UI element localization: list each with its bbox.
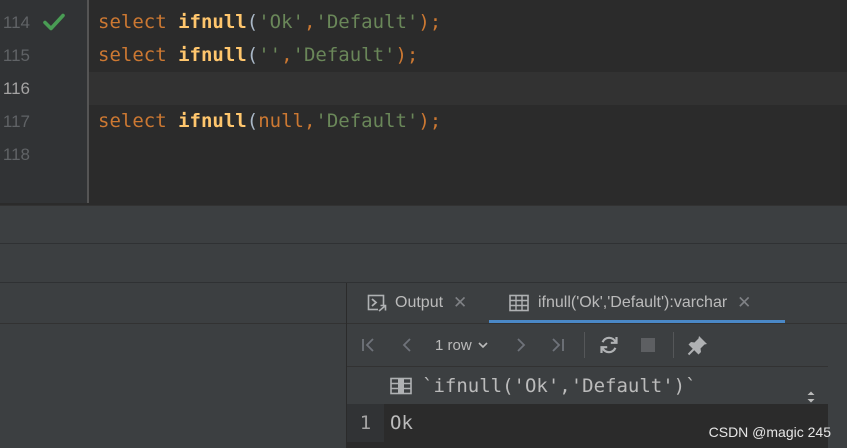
line-number: 116 (2, 79, 30, 98)
pin-icon (687, 336, 707, 356)
tab-result-set[interactable]: ifnull('Ok','Default'):varchar ✕ (509, 283, 751, 323)
close-icon[interactable]: ✕ (737, 293, 751, 313)
close-icon[interactable]: ✕ (453, 293, 467, 313)
stop-icon (641, 338, 655, 352)
tab-result-label: ifnull('Ok','Default'):varchar (538, 294, 728, 311)
first-page-button[interactable] (357, 324, 381, 366)
paren-open: ( (246, 11, 259, 33)
keyword: select (98, 11, 167, 33)
stop-button[interactable] (636, 324, 660, 366)
prev-icon (402, 338, 411, 352)
output-icon (367, 294, 387, 312)
function-name: ifnull (178, 110, 247, 132)
panel-header-divider (0, 323, 346, 324)
code-line[interactable]: select ifnull('Ok','Default'); (98, 6, 441, 39)
editor-bottom-bar (0, 205, 847, 243)
column-header[interactable]: `ifnull('Ok','Default')` (347, 366, 828, 405)
comma: , (303, 110, 316, 132)
row-count-dropdown[interactable]: 1 row (435, 324, 490, 366)
table-icon (509, 294, 529, 312)
table-cell[interactable]: Ok (390, 404, 413, 442)
toolbar-separator (673, 332, 674, 358)
current-line-highlight (89, 72, 847, 105)
paren-open: ( (246, 44, 259, 66)
string-literal: 'Default' (292, 44, 396, 66)
row-number: 1 (347, 404, 384, 442)
active-tab-indicator (489, 320, 785, 323)
last-page-button[interactable] (545, 324, 569, 366)
services-tree-panel[interactable] (0, 283, 346, 448)
refresh-icon (600, 336, 618, 354)
comma: , (281, 44, 293, 66)
last-page-icon (552, 338, 564, 352)
line-number: 115 (2, 46, 30, 65)
string-literal: 'Default' (315, 11, 419, 33)
code-line[interactable]: select ifnull('','Default'); (98, 39, 418, 72)
results-tabs: Output ✕ ifnull('Ok','Default'):varchar … (347, 283, 847, 324)
first-page-icon (362, 338, 374, 352)
refresh-button[interactable] (596, 324, 622, 366)
next-page-button[interactable] (509, 324, 533, 366)
toolbar-separator (584, 332, 585, 358)
paren-close: ); (418, 110, 442, 132)
tab-output[interactable]: Output ✕ (367, 283, 467, 323)
keyword: select (98, 110, 167, 132)
results-toolbar: 1 row (347, 324, 847, 366)
code-line[interactable]: select ifnull(null,'Default'); (98, 105, 441, 138)
line-number: 117 (2, 112, 30, 131)
watermark: CSDN @magic 245 (708, 424, 831, 440)
paren-close: ); (395, 44, 419, 66)
next-icon (517, 338, 526, 352)
row-count-label: 1 row (435, 336, 472, 354)
line-number: 114 (2, 13, 30, 32)
function-name: ifnull (178, 44, 247, 66)
services-toolbar (0, 243, 847, 283)
function-name: ifnull (178, 11, 247, 33)
code-editor[interactable]: 114 115 116 117 118 select ifnull('Ok','… (0, 0, 847, 205)
paren-open: ( (246, 110, 259, 132)
tab-output-label: Output (395, 294, 444, 311)
prev-page-button[interactable] (395, 324, 419, 366)
column-name: `ifnull('Ok','Default')` (422, 375, 697, 397)
line-gutter: 114 115 116 117 118 (0, 0, 88, 203)
null-literal: null (258, 110, 304, 132)
column-icon (390, 377, 412, 395)
chevron-down-icon (478, 342, 488, 349)
string-literal: 'Ok' (258, 11, 304, 33)
pin-button[interactable] (685, 324, 711, 366)
string-literal: '' (258, 44, 282, 66)
line-number: 118 (2, 145, 30, 164)
check-icon[interactable] (42, 10, 66, 34)
string-literal: 'Default' (315, 110, 419, 132)
paren-close: ); (418, 11, 442, 33)
keyword: select (98, 44, 167, 66)
comma: , (303, 11, 316, 33)
